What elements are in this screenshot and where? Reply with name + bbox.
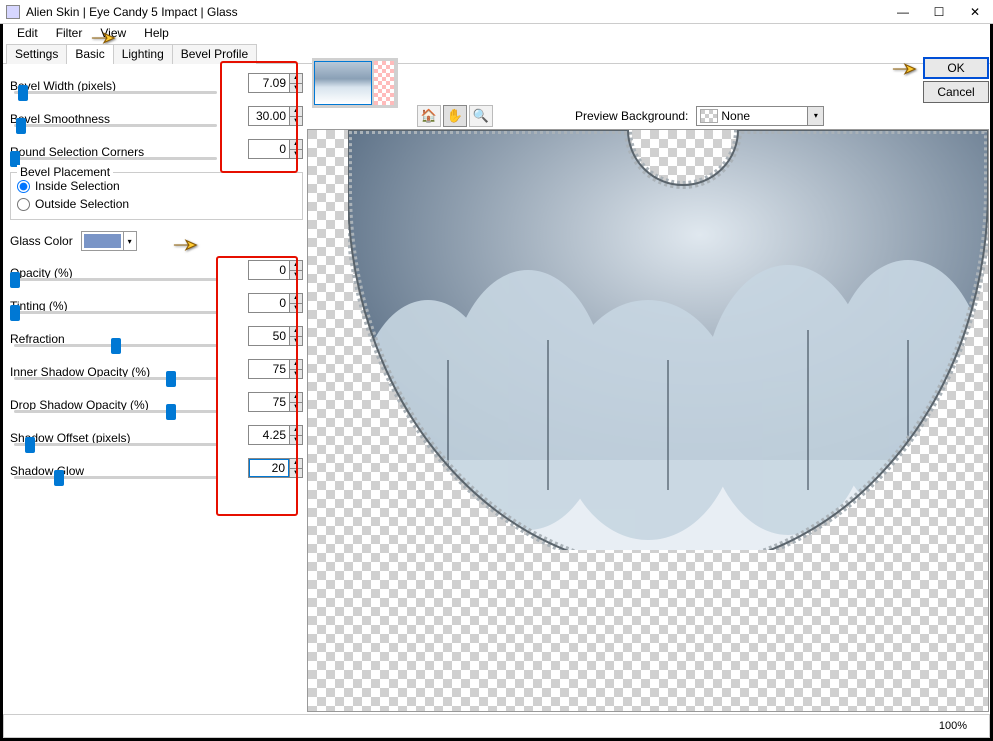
- round-corners-spinner[interactable]: ▲▼: [248, 139, 303, 159]
- chevron-down-icon[interactable]: ▾: [123, 232, 136, 250]
- checker-swatch-icon: [700, 109, 718, 123]
- tab-bar: Settings Basic Lighting Bevel Profile: [0, 44, 993, 64]
- cancel-button[interactable]: Cancel: [923, 81, 989, 103]
- preview-bg-label: Preview Background:: [575, 109, 688, 123]
- bevel-placement-group: Bevel Placement Inside Selection Outside…: [10, 172, 303, 220]
- inner-shadow-slider[interactable]: [10, 372, 221, 386]
- chevron-down-icon[interactable]: ▾: [807, 107, 823, 125]
- thumbnail-add[interactable]: [374, 61, 394, 105]
- opacity-spinner[interactable]: ▲▼: [248, 260, 303, 280]
- tab-settings[interactable]: Settings: [6, 44, 67, 64]
- spin-up-icon[interactable]: ▲: [290, 74, 302, 84]
- tool-hand-icon[interactable]: ✋: [443, 105, 467, 127]
- param-shadow-offset: Shadow Offset (pixels) ▲▼: [10, 421, 303, 454]
- preview-canvas[interactable]: [307, 129, 989, 712]
- param-drop-shadow: Drop Shadow Opacity (%) ▲▼: [10, 388, 303, 421]
- bevel-width-spinner[interactable]: ▲▼: [248, 73, 303, 93]
- bevel-width-input[interactable]: [249, 74, 289, 92]
- tab-lighting[interactable]: Lighting: [113, 44, 173, 64]
- shadow-glow-spinner[interactable]: ▲▼: [248, 458, 303, 478]
- bevel-smoothness-spinner[interactable]: ▲▼: [248, 106, 303, 126]
- shadow-glow-slider[interactable]: [10, 471, 221, 485]
- preview-image: [348, 130, 988, 550]
- tool-zoom-icon[interactable]: 🔍: [469, 105, 493, 127]
- param-shadow-glow: Shadow Glow ▲▼: [10, 454, 303, 487]
- tinting-spinner[interactable]: ▲▼: [248, 293, 303, 313]
- inside-selection-radio[interactable]: [17, 180, 30, 193]
- window-title: Alien Skin | Eye Candy 5 Impact | Glass: [26, 5, 238, 19]
- param-bevel-width: Bevel Width (pixels) ▲▼: [10, 69, 303, 102]
- refraction-input[interactable]: [249, 327, 289, 345]
- glass-color-swatch: [84, 234, 121, 248]
- glass-color-label: Glass Color: [10, 234, 73, 248]
- shadow-offset-input[interactable]: [249, 426, 289, 444]
- tab-bevel-profile[interactable]: Bevel Profile: [172, 44, 257, 64]
- tab-basic[interactable]: Basic: [66, 44, 113, 64]
- inner-shadow-input[interactable]: [249, 360, 289, 378]
- app-icon: [6, 5, 20, 19]
- drop-shadow-slider[interactable]: [10, 405, 221, 419]
- drop-shadow-input[interactable]: [249, 393, 289, 411]
- menu-help[interactable]: Help: [135, 25, 178, 41]
- param-opacity: Opacity (%) ▲▼: [10, 256, 303, 289]
- shadow-offset-slider[interactable]: [10, 438, 221, 452]
- param-refraction: Refraction ▲▼: [10, 322, 303, 355]
- round-corners-slider[interactable]: [10, 152, 221, 166]
- menu-view[interactable]: View: [91, 25, 135, 41]
- param-bevel-smoothness: Bevel Smoothness ▲▼: [10, 102, 303, 135]
- preview-area: 🏠 ✋ 🔍 Preview Background: None ▾ OK Canc…: [307, 65, 989, 712]
- round-corners-input[interactable]: [249, 140, 289, 158]
- glass-color-button[interactable]: ▾: [81, 231, 137, 251]
- minimize-button[interactable]: —: [885, 0, 921, 24]
- preview-toolbar: 🏠 ✋ 🔍 Preview Background: None ▾: [417, 105, 824, 127]
- drop-shadow-spinner[interactable]: ▲▼: [248, 392, 303, 412]
- param-tinting: Tinting (%) ▲▼: [10, 289, 303, 322]
- opacity-slider[interactable]: [10, 273, 221, 287]
- menu-edit[interactable]: Edit: [8, 25, 47, 41]
- spin-down-icon[interactable]: ▼: [290, 84, 302, 93]
- inside-selection-label: Inside Selection: [35, 179, 120, 193]
- menu-filter[interactable]: Filter: [47, 25, 92, 41]
- maximize-button[interactable]: ☐: [921, 0, 957, 24]
- bevel-width-slider[interactable]: [10, 86, 221, 100]
- bevel-smoothness-slider[interactable]: [10, 119, 221, 133]
- tool-home-icon[interactable]: 🏠: [417, 105, 441, 127]
- tinting-input[interactable]: [249, 294, 289, 312]
- bevel-placement-legend: Bevel Placement: [17, 165, 113, 179]
- preview-thumbnail[interactable]: [314, 61, 372, 105]
- tinting-slider[interactable]: [10, 306, 221, 320]
- param-round-corners: Round Selection Corners ▲▼: [10, 135, 303, 168]
- close-button[interactable]: ✕: [957, 0, 993, 24]
- opacity-input[interactable]: [249, 261, 289, 279]
- refraction-slider[interactable]: [10, 339, 221, 353]
- status-bar: 100%: [3, 714, 990, 738]
- param-inner-shadow: Inner Shadow Opacity (%) ▲▼: [10, 355, 303, 388]
- thumbnail-strip: [312, 58, 398, 108]
- shadow-glow-input[interactable]: [249, 459, 289, 477]
- inner-shadow-spinner[interactable]: ▲▼: [248, 359, 303, 379]
- outside-selection-label: Outside Selection: [35, 197, 129, 211]
- ok-button[interactable]: OK: [923, 57, 989, 79]
- menu-bar: Edit Filter View Help: [0, 24, 993, 42]
- zoom-level: 100%: [939, 720, 967, 732]
- outside-selection-radio[interactable]: [17, 198, 30, 211]
- title-bar: Alien Skin | Eye Candy 5 Impact | Glass …: [0, 0, 993, 24]
- bevel-smoothness-input[interactable]: [249, 107, 289, 125]
- preview-bg-value: None: [721, 109, 807, 123]
- parameters-panel: Bevel Width (pixels) ▲▼ Bevel Smoothness…: [4, 65, 307, 712]
- preview-bg-combo[interactable]: None ▾: [696, 106, 824, 126]
- pointer-hand-icon: [172, 235, 200, 255]
- shadow-offset-spinner[interactable]: ▲▼: [248, 425, 303, 445]
- refraction-spinner[interactable]: ▲▼: [248, 326, 303, 346]
